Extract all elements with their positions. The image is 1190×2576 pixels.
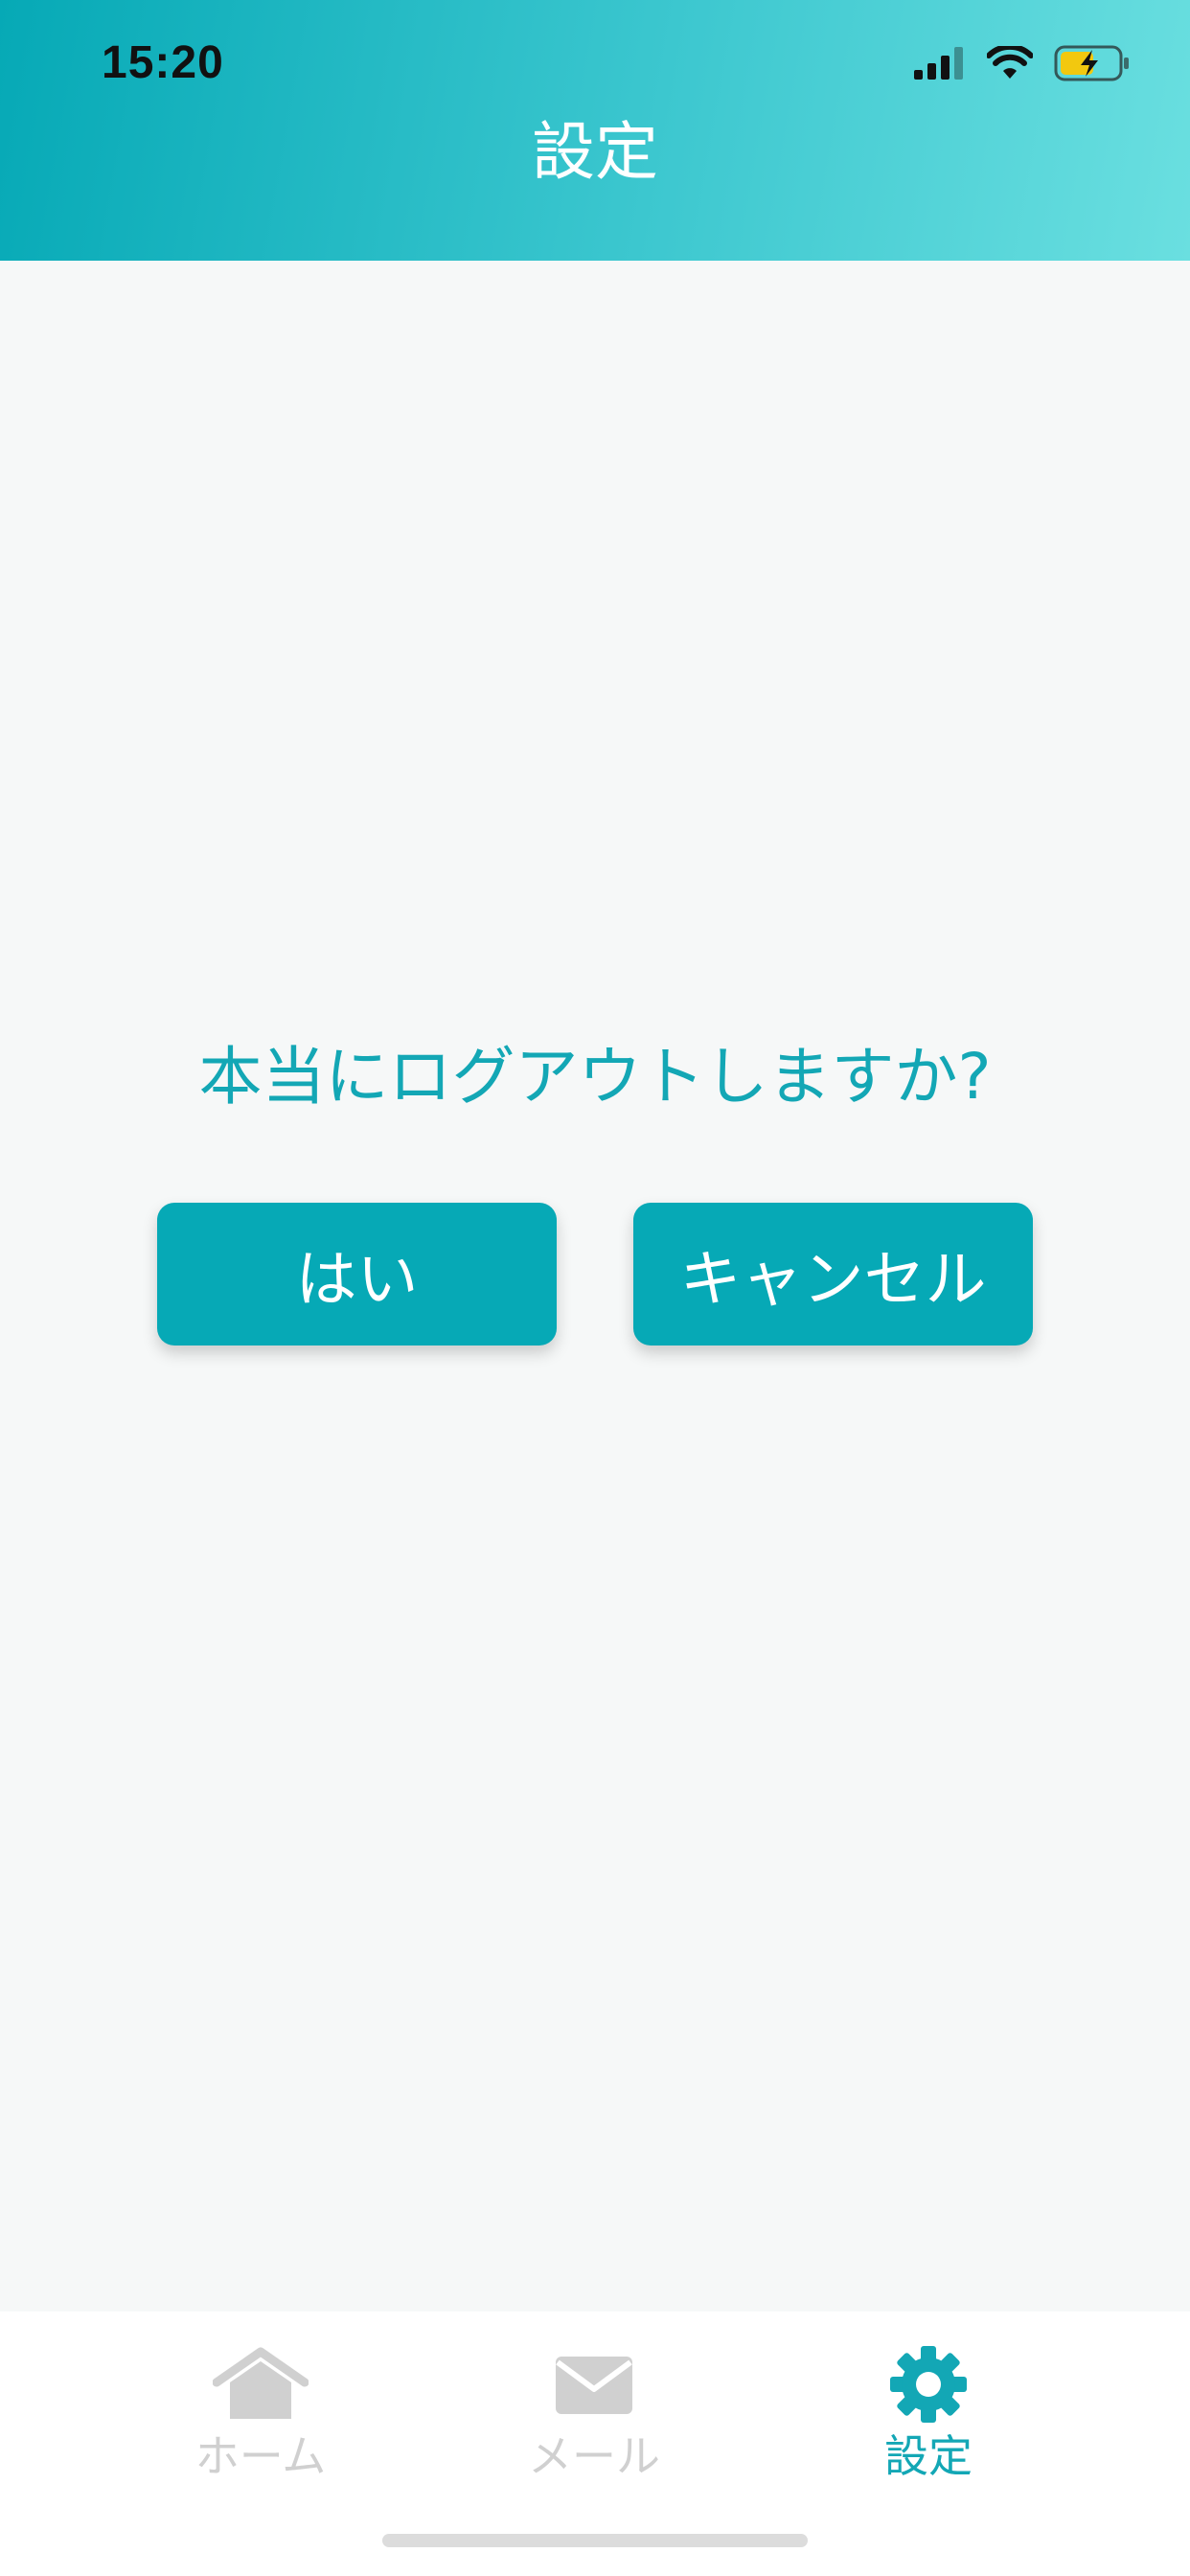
cellular-signal-icon <box>914 47 966 83</box>
tab-settings-label: 設定 <box>884 2430 973 2482</box>
yes-button[interactable]: はい <box>157 1203 557 1346</box>
tab-settings[interactable]: 設定 <box>813 2344 1043 2497</box>
home-icon <box>213 2344 309 2425</box>
header-bar: 15:20 設定 <box>0 0 1190 261</box>
gear-icon <box>881 2344 976 2425</box>
logout-confirm-question: 本当にログアウトしますか? <box>198 1040 992 1114</box>
mail-icon <box>546 2344 642 2425</box>
battery-icon <box>1054 45 1131 85</box>
page-title: 設定 <box>532 115 658 189</box>
bottom-tab-bar: ホーム メール 設定 <box>0 2312 1190 2576</box>
cancel-button[interactable]: キャンセル <box>633 1203 1033 1346</box>
tab-home-label: ホーム <box>195 2430 327 2482</box>
home-indicator <box>382 2534 808 2547</box>
tab-mail-label: メール <box>528 2430 660 2482</box>
tab-mail[interactable]: メール <box>479 2344 709 2497</box>
status-icons <box>914 43 1131 86</box>
status-time: 15:20 <box>102 37 224 88</box>
tab-home[interactable]: ホーム <box>146 2344 376 2497</box>
wifi-icon <box>986 43 1034 84</box>
